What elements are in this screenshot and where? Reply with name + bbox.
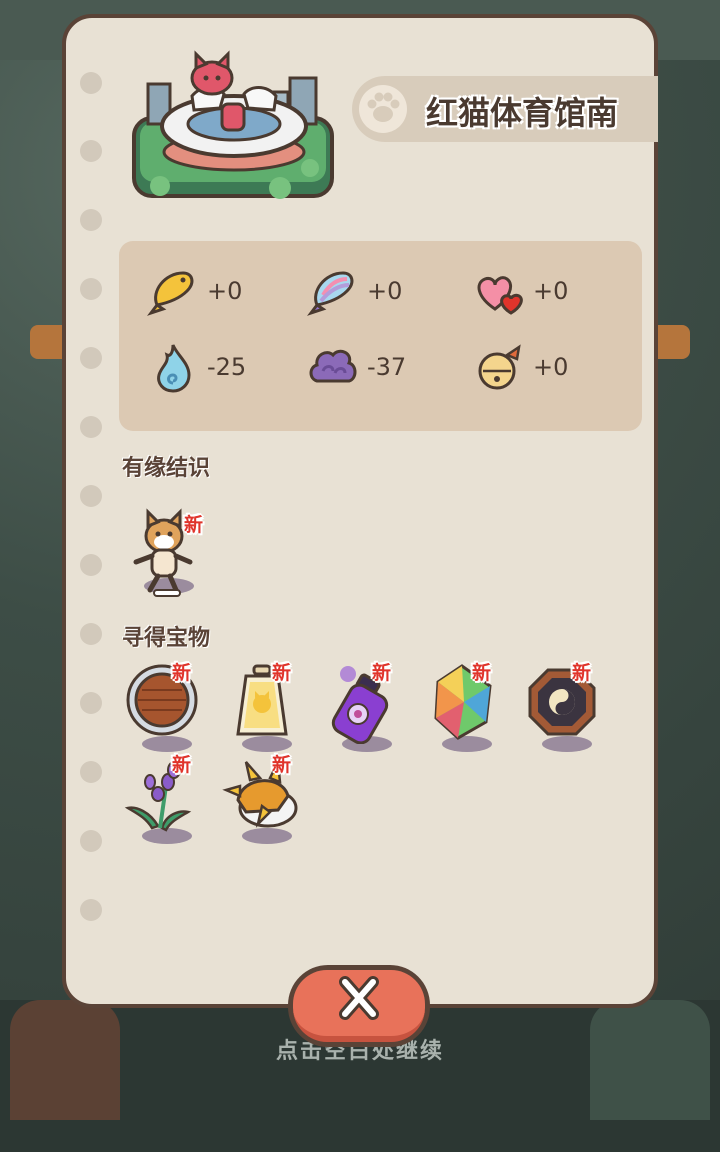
- binder-hole: [80, 761, 102, 783]
- binder-hole: [80, 899, 102, 921]
- treasure-item[interactable]: 新: [222, 662, 312, 764]
- result-notebook-panel: 红猫体育馆南 +0 +0 +0 -25 -37 +0 有缘结识 新 寻得宝物 新…: [62, 14, 658, 1008]
- new-badge: 新: [572, 662, 592, 684]
- location-title: 红猫体育馆南: [425, 94, 618, 132]
- treasure-item[interactable]: 新: [322, 662, 412, 764]
- binder-hole: [80, 347, 102, 369]
- binder-hole: [80, 554, 102, 576]
- bell-icon: [478, 344, 521, 390]
- treasure-item[interactable]: 新: [522, 662, 612, 764]
- hearts-icon: [477, 276, 523, 315]
- resource-item-bell: +0: [473, 341, 623, 401]
- resource-value: +0: [533, 353, 569, 381]
- stadium-illustration-icon: [132, 50, 334, 199]
- treasure-item[interactable]: 新: [122, 662, 212, 764]
- blue-flame-icon: [157, 344, 191, 393]
- binder-hole: [80, 278, 102, 300]
- new-badge: 新: [184, 514, 204, 536]
- fish-icon: [147, 271, 194, 316]
- new-badge: 新: [372, 662, 392, 684]
- purple-cloud-icon: [309, 349, 357, 383]
- paw-icon: [359, 85, 407, 133]
- binder-hole: [80, 830, 102, 852]
- new-badge: 新: [172, 754, 192, 776]
- resource-value: -37: [367, 353, 407, 381]
- resource-value: +0: [533, 277, 569, 305]
- treasure-item[interactable]: 新: [222, 754, 312, 856]
- location-title-tag: 红猫体育馆南: [352, 76, 658, 142]
- binder-hole: [80, 692, 102, 714]
- resource-value: +0: [207, 277, 243, 305]
- close-button-face[interactable]: [293, 970, 425, 1042]
- new-badge: 新: [272, 662, 292, 684]
- rainbow-fish-icon: [307, 271, 354, 316]
- resource-item-purple-cloud: -37: [307, 341, 457, 401]
- treasure-item[interactable]: 新: [122, 754, 212, 856]
- new-badge: 新: [472, 662, 492, 684]
- friend-item[interactable]: 新: [124, 506, 214, 606]
- treasure-item[interactable]: 新: [422, 662, 512, 764]
- resource-changes-box: +0 +0 +0 -25 -37 +0: [119, 241, 642, 431]
- close-button[interactable]: [288, 965, 430, 1047]
- resource-value: -25: [207, 353, 247, 381]
- resource-item-blue-flame: -25: [147, 341, 297, 401]
- resource-item-rainbow-fish: +0: [307, 265, 457, 325]
- binder-hole: [80, 416, 102, 438]
- binder-hole: [80, 623, 102, 645]
- close-icon: [339, 976, 379, 1020]
- section-title-treasures: 寻得宝物: [122, 626, 211, 651]
- binder-hole: [80, 72, 102, 94]
- new-badge: 新: [172, 662, 192, 684]
- section-title-friends: 有缘结识: [122, 456, 211, 481]
- resource-item-fish: +0: [147, 265, 297, 325]
- binder-hole: [80, 209, 102, 231]
- resource-item-hearts: +0: [473, 265, 623, 325]
- new-badge: 新: [272, 754, 292, 776]
- binder-hole: [80, 140, 102, 162]
- binder-hole: [80, 485, 102, 507]
- resource-value: +0: [367, 277, 403, 305]
